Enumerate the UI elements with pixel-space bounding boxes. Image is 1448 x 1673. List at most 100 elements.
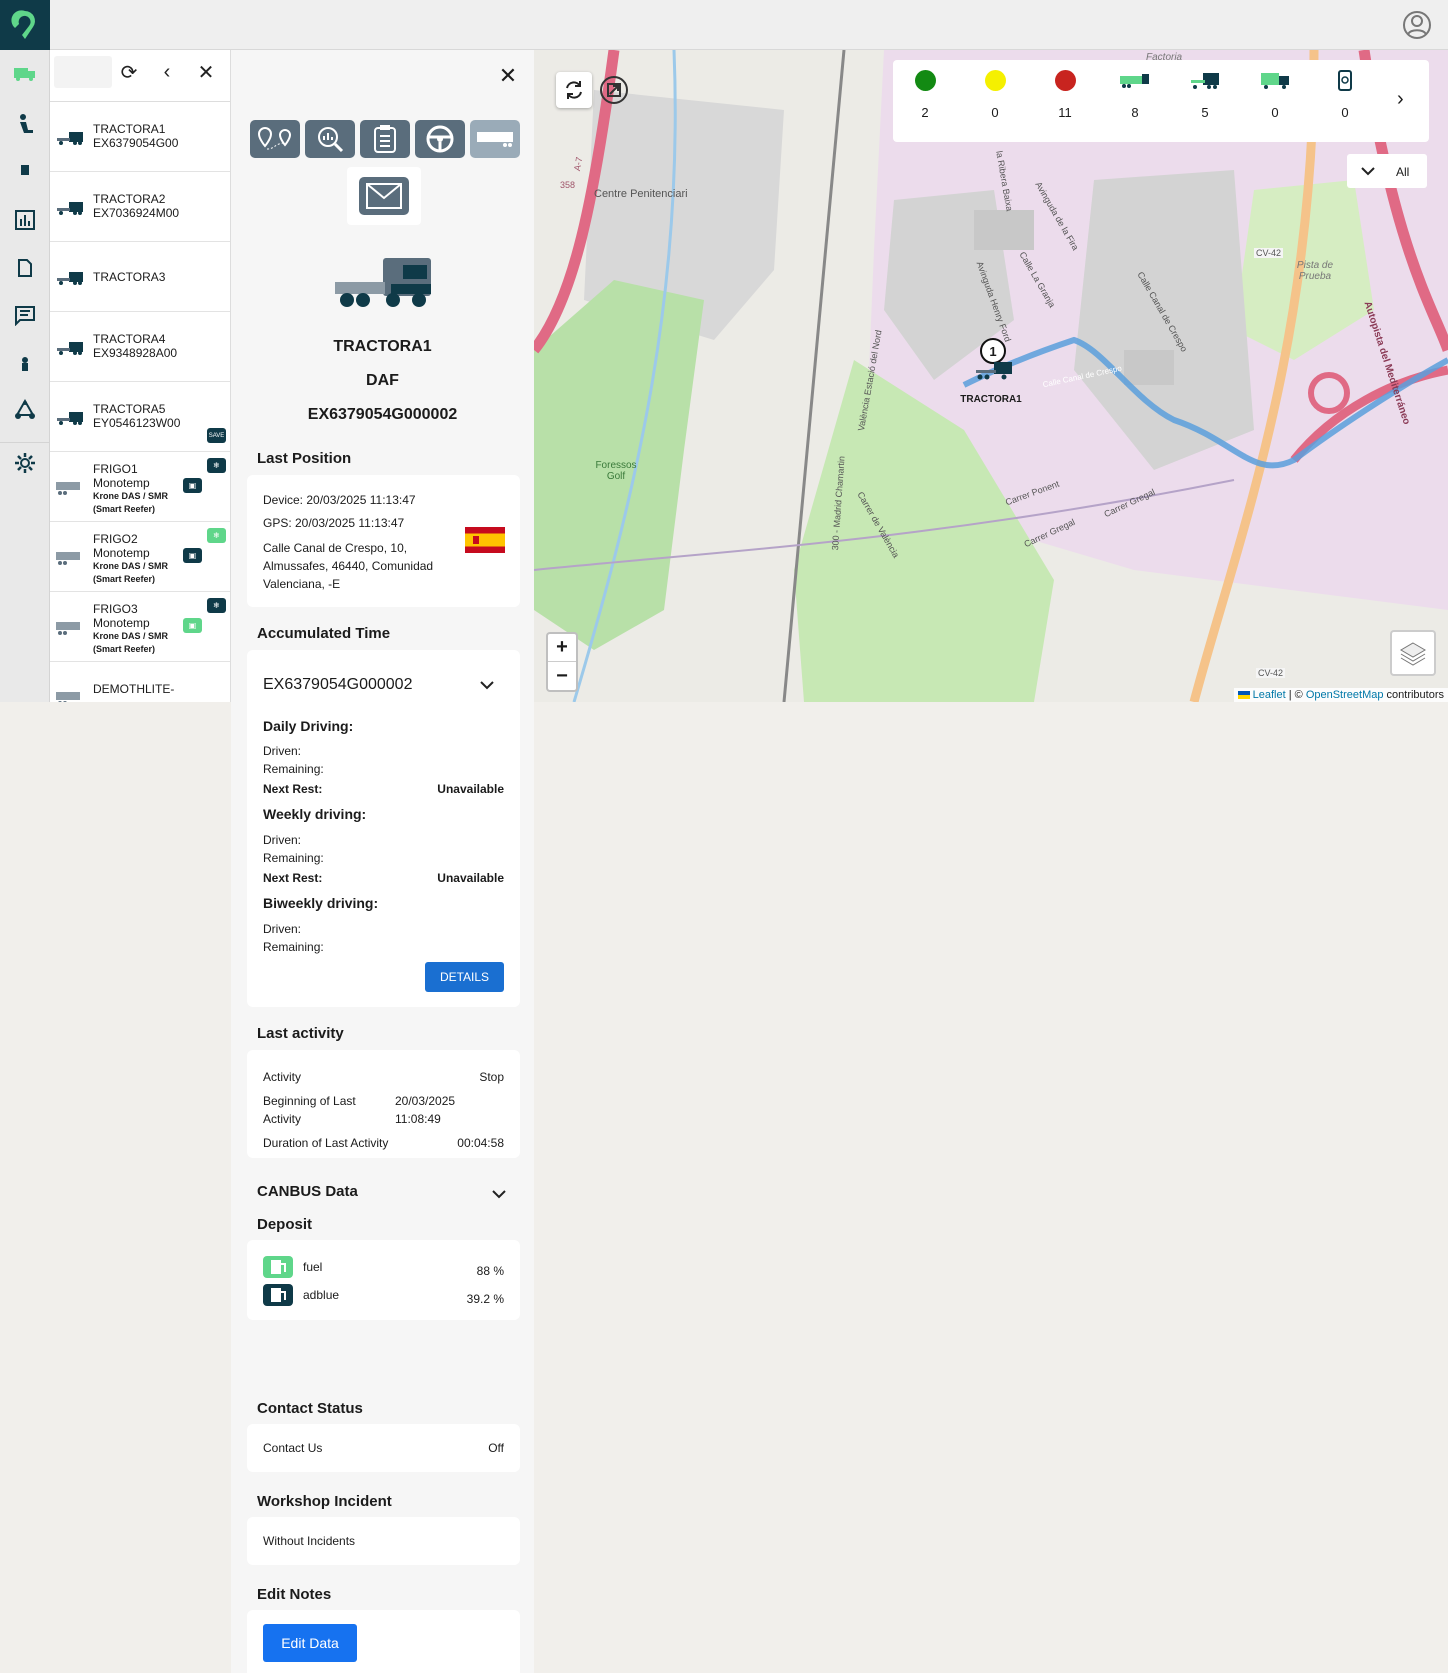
files-icon[interactable] — [0, 248, 50, 288]
legend-count: 2 — [921, 105, 929, 120]
vehicle-marker-icon[interactable] — [972, 360, 1016, 382]
settings-icon[interactable] — [0, 442, 50, 482]
card-select[interactable]: EX6379054G000002 — [263, 676, 412, 694]
message-button[interactable] — [347, 167, 421, 225]
legend-item-trailer[interactable]: 8 — [1115, 70, 1155, 120]
remaining-label: Remaining: — [263, 851, 324, 865]
map-label: 358 — [560, 180, 576, 190]
vehicle-row[interactable]: TRACTORA1 EX6379054G00 — [50, 102, 230, 172]
vehicle-detail-panel: ✕ TRACTORA1 DAF EX6379054G000002 Last Po… — [231, 50, 534, 1673]
legend-item-rigid-truck[interactable]: 0 — [1255, 70, 1295, 120]
close-detail-icon[interactable]: ✕ — [494, 62, 522, 90]
vehicle-row[interactable]: TRACTORA5 EY0546123W00 SAVE — [50, 382, 230, 452]
vehicle-row[interactable]: TRACTORA3 — [50, 242, 230, 312]
next-rest-label: Next Rest: — [263, 782, 323, 796]
clipboard-button[interactable] — [360, 120, 410, 158]
osm-link[interactable]: OpenStreetMap — [1306, 689, 1384, 701]
reefer-trailer-icon — [56, 482, 80, 495]
vehicle-device-note: (Smart Reefer) — [93, 574, 156, 584]
vehicle-row[interactable]: FRIGO1 Monotemp Krone DAS / SMR (Smart Reef… — [50, 452, 230, 522]
truck-illustration — [335, 258, 431, 307]
layers-icon — [1400, 642, 1426, 666]
remaining-label: Remaining: — [263, 940, 324, 954]
map-label: CV-42 — [1256, 668, 1286, 678]
details-button[interactable]: DETAILS — [425, 962, 504, 992]
reefer-status-icon: ▣ — [183, 548, 202, 563]
legend-item-yellow[interactable]: 0 — [975, 70, 1015, 120]
vehicle-row[interactable]: TRACTORA2 EX7036924M00 — [50, 172, 230, 242]
last-activity-card: Activity Stop Beginning of Last Activity 2… — [247, 1050, 520, 1158]
daily-driving-title: Daily Driving: — [263, 718, 354, 734]
legend-item-device[interactable]: 0 — [1325, 70, 1365, 120]
zoom-to-fit-icon[interactable] — [599, 75, 629, 105]
fleet-icon[interactable] — [0, 54, 50, 94]
legend-item-green[interactable]: 2 — [905, 70, 945, 120]
vehicle-row[interactable]: FRIGO3 Monotemp Krone DAS / SMR (Smart Reef… — [50, 592, 230, 662]
vehicle-row[interactable]: DEMOTHLITE- — [50, 662, 230, 702]
vehicle-type: Monotemp — [93, 616, 150, 630]
vehicle-name: FRIGO3 — [93, 602, 138, 616]
layers-button[interactable] — [1390, 630, 1436, 676]
accumulated-time-title: Accumulated Time — [257, 625, 391, 642]
zoom-out-button[interactable]: − — [548, 662, 576, 690]
driven-label: Driven: — [263, 922, 302, 936]
route-history-button[interactable] — [250, 120, 300, 158]
deposit-card: fuel 88 % adblue 39.2 % — [247, 1240, 520, 1320]
map-refresh-button[interactable] — [556, 72, 592, 108]
vehicle-row[interactable]: TRACTORA4 EX9348928A00 — [50, 312, 230, 382]
next-rest-label: Next Rest: — [263, 871, 323, 885]
chevron-down-icon[interactable] — [492, 1189, 506, 1199]
tractor-icon — [57, 272, 83, 285]
legend-next-icon[interactable]: › — [1397, 88, 1404, 111]
beginning-label: Beginning of Last Activity — [263, 1092, 356, 1128]
deposit-title: Deposit — [257, 1216, 313, 1233]
driver-icon[interactable] — [0, 104, 50, 144]
duration-value: 00:04:58 — [457, 1136, 504, 1150]
legend-item-truck[interactable]: 5 — [1185, 70, 1225, 120]
vehicle-list-panel: ⟳ ‹ ✕ TRACTORA1 EX6379054G00 TRACTORA2 EX7… — [50, 50, 231, 702]
contact-status-card: Contact Us Off — [247, 1424, 520, 1472]
trailer-button[interactable] — [470, 120, 520, 158]
edit-data-button[interactable]: Edit Data — [263, 1624, 357, 1662]
collapse-list-icon[interactable]: ‹ — [153, 58, 181, 86]
address-line: Almussafes, 46440, Comunidad — [263, 559, 434, 573]
tractor-icon — [57, 412, 83, 425]
trailer-status-icon — [1120, 74, 1149, 88]
refresh-list-icon[interactable]: ⟳ — [115, 58, 143, 86]
contact-label: Contact Us — [263, 1441, 323, 1455]
contact-value: Off — [488, 1441, 504, 1455]
vehicle-row[interactable]: FRIGO2 Monotemp Krone DAS / SMR (Smart Reef… — [50, 522, 230, 592]
messages-icon[interactable] — [0, 296, 50, 336]
reports-icon[interactable] — [0, 200, 50, 240]
tractor-icon — [57, 342, 83, 355]
legend-count: 0 — [1271, 105, 1279, 120]
chevron-down-icon[interactable] — [480, 680, 494, 690]
fuel-pump-icon — [263, 1256, 293, 1278]
routes-icon[interactable] — [0, 390, 50, 430]
close-list-icon[interactable]: ✕ — [192, 58, 220, 86]
status-legend: 2 0 11 8 5 0 0 › — [893, 60, 1429, 142]
leaflet-link[interactable]: Leaflet — [1253, 689, 1286, 701]
biweekly-driving-title: Biweekly driving: — [263, 895, 379, 911]
edit-notes-card: Edit Data — [247, 1610, 520, 1673]
user-account-icon[interactable] — [1402, 10, 1432, 40]
last-position-card: Device: 20/03/2025 11:13:47 GPS: 20/03/2… — [247, 475, 520, 607]
beginning-date: 20/03/2025 — [395, 1094, 456, 1108]
top-bar — [0, 0, 1448, 50]
analysis-button[interactable] — [305, 120, 355, 158]
steering-wheel-button[interactable] — [415, 120, 465, 158]
zoom-in-button[interactable]: + — [548, 634, 576, 662]
beginning-label-line: Beginning of Last — [263, 1094, 356, 1108]
status-dot-icon — [914, 70, 936, 91]
document-icon[interactable] — [0, 150, 50, 190]
spain-flag-icon — [465, 527, 505, 553]
filter-dropdown[interactable]: All — [1347, 154, 1427, 188]
vehicle-name-heading: TRACTORA1 — [333, 338, 432, 355]
vehicle-search-input[interactable] — [54, 56, 112, 88]
vehicle-name: TRACTORA3 — [93, 270, 166, 284]
map-view[interactable]: Centre Penitenciari Foressos Golf Pista … — [534, 50, 1448, 702]
app-logo[interactable] — [0, 0, 50, 50]
legend-item-red[interactable]: 11 — [1045, 70, 1085, 120]
gps-time: GPS: 20/03/2025 11:13:47 — [263, 516, 405, 530]
alerts-icon[interactable] — [0, 344, 50, 384]
